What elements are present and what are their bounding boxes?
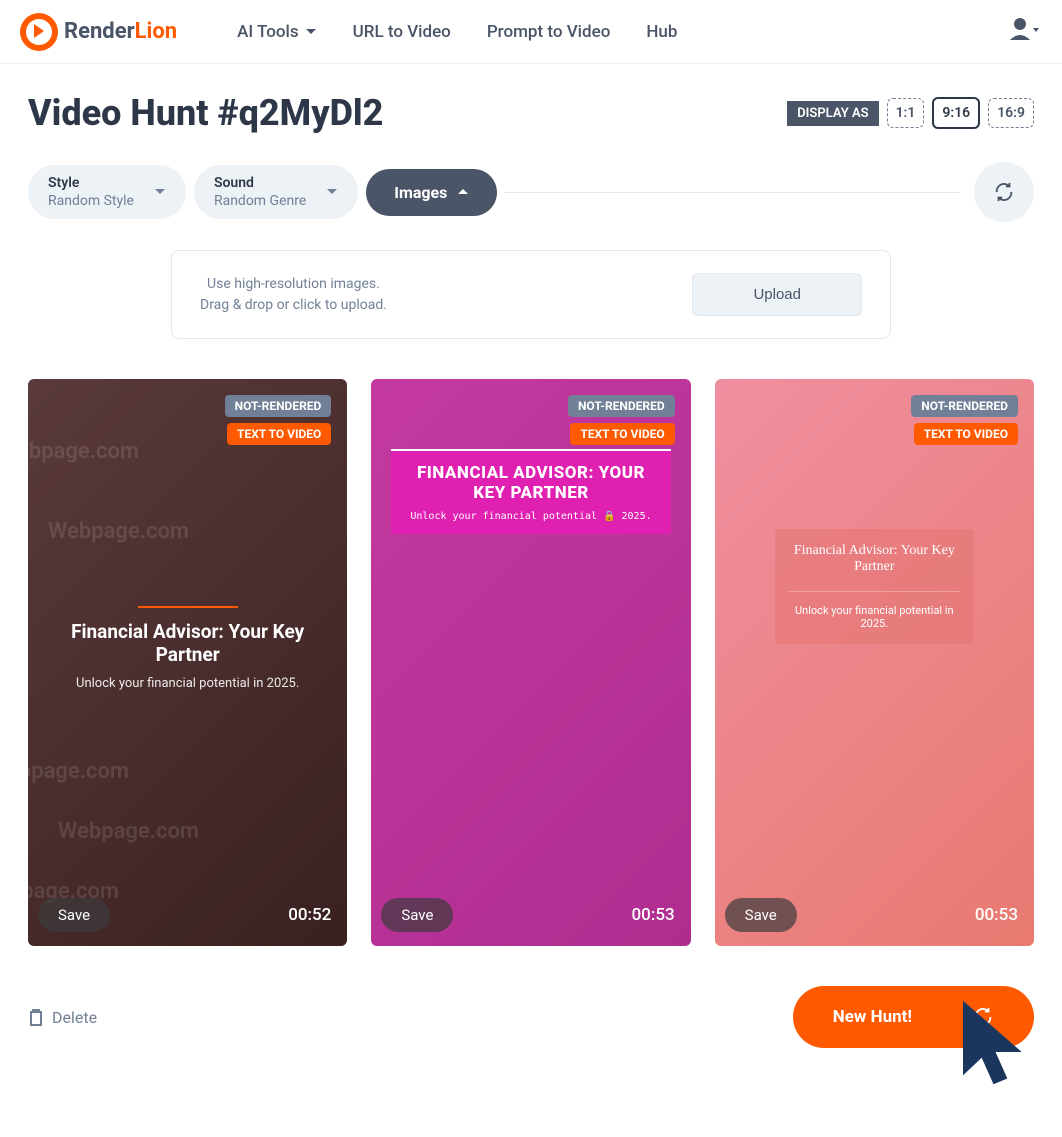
- save-button[interactable]: Save: [725, 898, 797, 932]
- title-row: Video Hunt #q2MyDl2 DISPLAY AS 1:1 9:16 …: [28, 92, 1034, 134]
- filters-row: Style Random Style Sound Random Genre Im…: [28, 162, 1034, 222]
- style-value: Random Style: [48, 193, 134, 209]
- logo[interactable]: RenderLion: [20, 13, 177, 51]
- nav: AI Tools URL to Video Prompt to Video Hu…: [237, 22, 677, 42]
- chevron-down-icon: [326, 188, 338, 196]
- card-footer: Save 00:53: [725, 898, 1018, 932]
- page-title: Video Hunt #q2MyDl2: [28, 92, 383, 134]
- card-footer: Save 00:53: [381, 898, 674, 932]
- logo-text-render: Render: [64, 19, 135, 44]
- video-card[interactable]: Webpage.com Webpage.com Webpage.com Webp…: [28, 379, 347, 946]
- cursor-icon: [954, 998, 1044, 1098]
- card-preview-content: Financial Advisor: Your Key Partner Unlo…: [28, 606, 347, 691]
- nav-prompt-to-video[interactable]: Prompt to Video: [487, 22, 611, 42]
- trash-icon: [28, 1008, 44, 1026]
- nav-url-to-video[interactable]: URL to Video: [353, 22, 451, 42]
- status-badge: NOT-RENDERED: [225, 395, 332, 417]
- sound-label: Sound: [214, 175, 306, 191]
- status-badge: NOT-RENDERED: [568, 395, 675, 417]
- video-card[interactable]: NOT-RENDERED TEXT TO VIDEO FINANCIAL ADV…: [371, 379, 690, 946]
- images-dropdown[interactable]: Images: [366, 169, 497, 216]
- upload-box[interactable]: Use high-resolution images. Drag & drop …: [171, 250, 891, 339]
- card-preview-content: FINANCIAL ADVISOR: YOUR KEY PARTNER Unlo…: [391, 449, 670, 534]
- save-button[interactable]: Save: [381, 898, 453, 932]
- status-badge: NOT-RENDERED: [911, 395, 1018, 417]
- new-hunt-button[interactable]: New Hunt!: [793, 986, 1034, 1048]
- user-menu[interactable]: [1006, 16, 1042, 48]
- style-label: Style: [48, 175, 134, 191]
- images-label: Images: [394, 183, 447, 202]
- chevron-up-icon: [457, 188, 469, 196]
- card-badges: NOT-RENDERED TEXT TO VIDEO: [225, 395, 332, 445]
- header: RenderLion AI Tools URL to Video Prompt …: [0, 0, 1062, 64]
- main: Video Hunt #q2MyDl2 DISPLAY AS 1:1 9:16 …: [0, 64, 1062, 1076]
- display-as-label: DISPLAY AS: [787, 101, 878, 126]
- watermark: Webpage.com: [58, 819, 199, 844]
- watermark: Webpage.com: [48, 519, 189, 544]
- refresh-icon: [993, 181, 1015, 203]
- save-button[interactable]: Save: [38, 898, 110, 932]
- chevron-down-icon: [154, 188, 166, 196]
- video-duration: 00:52: [288, 905, 331, 925]
- upload-button[interactable]: Upload: [692, 273, 862, 316]
- ratio-16-9[interactable]: 16:9: [988, 98, 1034, 128]
- ratio-9-16[interactable]: 9:16: [932, 97, 980, 129]
- upload-instructions: Use high-resolution images. Drag & drop …: [200, 274, 387, 316]
- user-icon: [1006, 16, 1042, 44]
- footer-row: Delete New Hunt!: [28, 986, 1034, 1048]
- ratio-1-1[interactable]: 1:1: [887, 98, 925, 128]
- watermark: Webpage.com: [28, 439, 139, 464]
- display-as-group: DISPLAY AS 1:1 9:16 16:9: [787, 97, 1034, 129]
- sound-dropdown[interactable]: Sound Random Genre: [194, 165, 358, 219]
- logo-text-lion: Lion: [135, 19, 177, 44]
- sound-value: Random Genre: [214, 193, 306, 209]
- video-grid: Webpage.com Webpage.com Webpage.com Webp…: [28, 379, 1034, 946]
- style-dropdown[interactable]: Style Random Style: [28, 165, 186, 219]
- video-duration: 00:53: [632, 905, 675, 925]
- video-card[interactable]: NOT-RENDERED TEXT TO VIDEO Financial Adv…: [715, 379, 1034, 946]
- divider: [505, 192, 960, 193]
- card-footer: Save 00:52: [38, 898, 331, 932]
- video-duration: 00:53: [975, 905, 1018, 925]
- refresh-icon: [972, 1006, 994, 1028]
- type-badge: TEXT TO VIDEO: [570, 423, 674, 445]
- card-preview-content: Financial Advisor: Your Key Partner Unlo…: [775, 529, 974, 644]
- type-badge: TEXT TO VIDEO: [227, 423, 331, 445]
- card-badges: NOT-RENDERED TEXT TO VIDEO: [911, 395, 1018, 445]
- watermark: Webpage.com: [28, 759, 129, 784]
- nav-hub[interactable]: Hub: [646, 22, 677, 42]
- logo-icon: [20, 13, 58, 51]
- nav-ai-tools[interactable]: AI Tools: [237, 22, 317, 42]
- refresh-button[interactable]: [974, 162, 1034, 222]
- type-badge: TEXT TO VIDEO: [914, 423, 1018, 445]
- card-badges: NOT-RENDERED TEXT TO VIDEO: [568, 395, 675, 445]
- delete-button[interactable]: Delete: [28, 1008, 97, 1027]
- chevron-down-icon: [305, 28, 317, 36]
